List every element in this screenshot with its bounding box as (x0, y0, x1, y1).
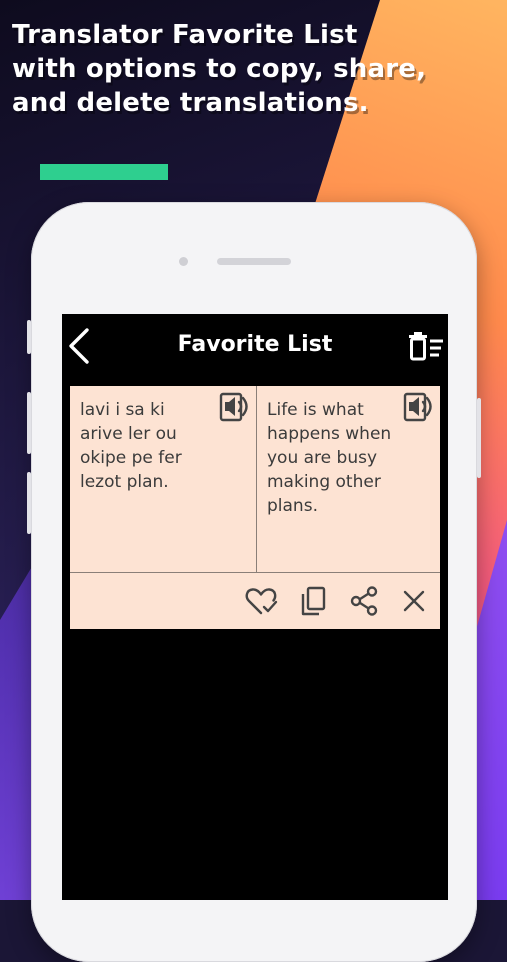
phone-power-button (477, 398, 481, 478)
app-screen: Favorite List lavi i sa ki arive ler ou … (62, 314, 448, 900)
back-button[interactable] (64, 326, 94, 366)
speaker-icon (403, 392, 432, 422)
heart-check-icon (245, 588, 278, 615)
promo-headline: Translator Favorite List with options to… (12, 18, 492, 120)
share-button[interactable] (346, 583, 382, 619)
source-column: lavi i sa ki arive ler ou okipe pe fer l… (70, 386, 257, 572)
card-actions (70, 573, 440, 629)
delete-list-icon (409, 332, 443, 361)
phone-mute-switch (27, 320, 31, 354)
promo-headline-line-2: with options to copy, share, (12, 54, 427, 84)
chevron-left-icon (69, 328, 89, 364)
unfavorite-button[interactable] (244, 583, 280, 619)
close-icon (403, 590, 425, 612)
speak-target-button[interactable] (402, 390, 438, 424)
target-text: Life is what happens when you are busy m… (267, 400, 392, 516)
speaker-icon (219, 392, 248, 422)
favorite-card: lavi i sa ki arive ler ou okipe pe fer l… (70, 386, 440, 629)
phone-volume-down (27, 472, 31, 534)
copy-icon (301, 586, 326, 616)
share-icon (350, 586, 378, 616)
accent-bar (40, 164, 168, 180)
phone-speaker (217, 258, 291, 265)
phone-camera (179, 257, 188, 266)
delete-all-button[interactable] (406, 326, 446, 366)
promo-headline-line-1: Translator Favorite List (12, 20, 358, 50)
page-title: Favorite List (177, 332, 333, 357)
source-text: lavi i sa ki arive ler ou okipe pe fer l… (80, 400, 182, 492)
phone-volume-up (27, 392, 31, 454)
delete-button[interactable] (396, 583, 432, 619)
target-column: Life is what happens when you are busy m… (257, 386, 440, 572)
app-bar: Favorite List (62, 314, 448, 378)
speak-source-button[interactable] (218, 390, 254, 424)
copy-button[interactable] (295, 583, 331, 619)
promo-headline-line-3: and delete translations. (12, 88, 369, 118)
